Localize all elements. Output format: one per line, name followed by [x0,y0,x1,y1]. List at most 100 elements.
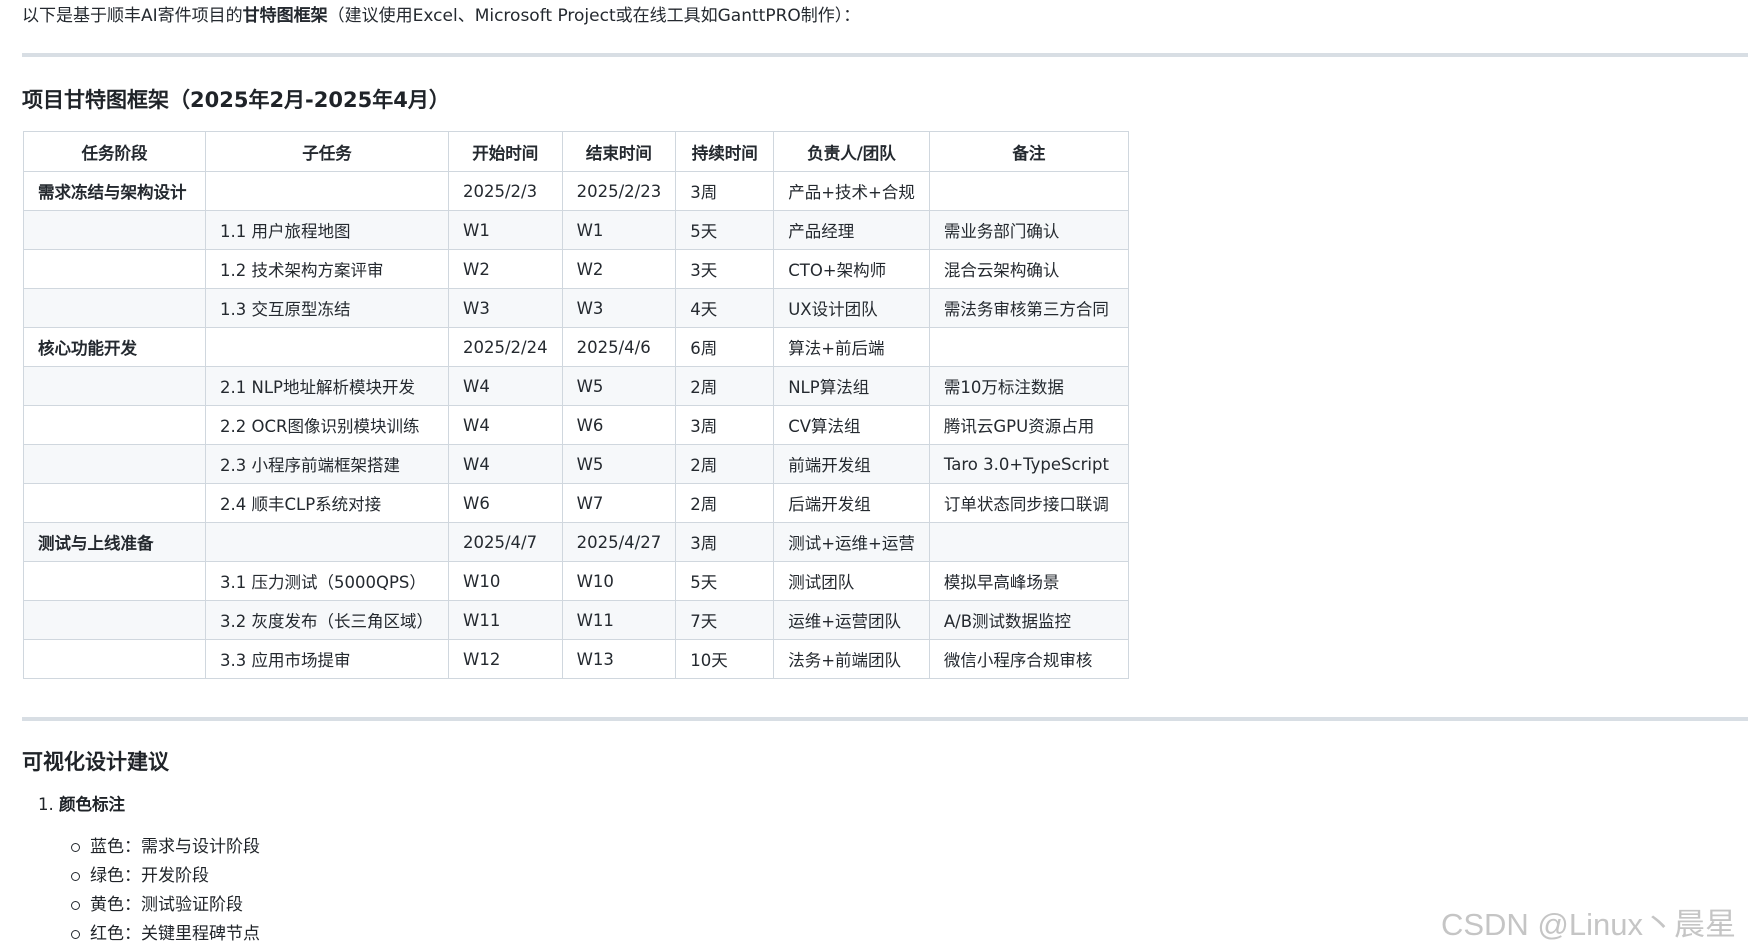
cell-owner: UX设计团队 [773,288,930,328]
cell-subtask [205,327,449,367]
cell-stage [23,600,206,640]
color-list-item: 黄色：测试验证阶段 [70,891,260,920]
table-row: 2.1 NLP地址解析模块开发 W4 W5 2周 NLP算法组 需10万标注数据 [23,366,1129,406]
cell-owner: CV算法组 [773,405,930,445]
cell-end: W13 [561,639,677,679]
cell-end: W6 [561,405,677,445]
color-list-item: 绿色：开发阶段 [70,862,260,891]
header-end: 结束时间 [561,131,677,172]
cell-notes [928,171,1129,211]
cell-subtask: 2.3 小程序前端框架搭建 [205,444,449,484]
table-row: 2.3 小程序前端框架搭建 W4 W5 2周 前端开发组 Taro 3.0+TypeScr… [23,444,1129,484]
cell-duration: 5天 [675,210,775,250]
color-list-text: 黄色：测试验证阶段 [90,895,243,915]
cell-notes: 混合云架构确认 [928,249,1129,289]
table-row: 2.4 顺丰CLP系统对接 W6 W7 2周 后端开发组 订单状态同步接口联调 [23,483,1129,523]
cell-start: W4 [448,366,563,406]
cell-duration: 5天 [675,561,775,601]
cell-owner: 运维+运营团队 [773,600,930,640]
table-header-row: 任务阶段 子任务 开始时间 结束时间 持续时间 负责人/团队 备注 [23,131,1129,172]
table-row: 1.3 交互原型冻结 W3 W3 4天 UX设计团队 需法务审核第三方合同 [23,288,1129,328]
cell-owner: 产品经理 [773,210,930,250]
cell-start: W12 [448,639,563,679]
cell-owner: 法务+前端团队 [773,639,930,679]
cell-stage: 测试与上线准备 [23,522,206,562]
table-row: 1.2 技术架构方案评审 W2 W2 3天 CTO+架构师 混合云架构确认 [23,249,1129,289]
cell-notes [928,327,1129,367]
cell-duration: 3天 [675,249,775,289]
cell-end: 2025/4/6 [561,327,677,367]
color-legend-list: 蓝色：需求与设计阶段 绿色：开发阶段 黄色：测试验证阶段 红色：关键里程碑节点 [70,833,260,949]
cell-duration: 10天 [675,639,775,679]
cell-owner: 算法+前后端 [773,327,930,367]
intro-suffix: （建议使用Excel、Microsoft Project或在线工具如GanttP… [327,6,861,26]
cell-start: 2025/2/3 [448,171,563,211]
cell-stage [23,288,206,328]
color-list-item: 蓝色：需求与设计阶段 [70,833,260,862]
circle-bullet-icon [71,872,80,881]
table-body: 需求冻结与架构设计 2025/2/3 2025/2/23 3周 产品+技术+合规 1.1 … [23,171,1129,679]
cell-notes: A/B测试数据监控 [928,600,1129,640]
watermark: CSDN @Linux丶晨星 [1440,907,1736,942]
cell-end: W3 [561,288,677,328]
gantt-table: 任务阶段 子任务 开始时间 结束时间 持续时间 负责人/团队 备注 需求冻结与架… [23,131,1129,679]
cell-owner: 前端开发组 [773,444,930,484]
cell-subtask: 3.2 灰度发布（长三角区域） [205,600,449,640]
table-row: 核心功能开发 2025/2/24 2025/4/6 6周 算法+前后端 [23,327,1129,367]
cell-stage: 需求冻结与架构设计 [23,171,206,211]
cell-notes: 订单状态同步接口联调 [928,483,1129,523]
cell-duration: 7天 [675,600,775,640]
cell-stage [23,444,206,484]
divider-bottom [22,717,1748,721]
cell-duration: 2周 [675,366,775,406]
cell-start: W10 [448,561,563,601]
cell-stage [23,249,206,289]
ordered-item-label: 颜色标注 [59,795,125,814]
cell-subtask: 1.2 技术架构方案评审 [205,249,449,289]
header-subtask: 子任务 [205,131,449,172]
table-row: 2.2 OCR图像识别模块训练 W4 W6 3周 CV算法组 腾讯云GPU资源占用 [23,405,1129,445]
cell-subtask [205,171,449,211]
cell-start: W4 [448,444,563,484]
intro-prefix: 以下是基于顺丰AI寄件项目的 [22,6,243,26]
header-stage: 任务阶段 [23,131,206,172]
cell-start: 2025/4/7 [448,522,563,562]
ordered-item-number: 1. [38,795,54,814]
visual-section-title: 可视化设计建议 [22,750,169,774]
cell-subtask [205,522,449,562]
cell-end: 2025/2/23 [561,171,677,211]
cell-end: W5 [561,366,677,406]
color-list-text: 绿色：开发阶段 [90,866,209,886]
cell-duration: 6周 [675,327,775,367]
cell-start: 2025/2/24 [448,327,563,367]
cell-subtask: 3.3 应用市场提审 [205,639,449,679]
cell-subtask: 3.1 压力测试（5000QPS） [205,561,449,601]
cell-end: W11 [561,600,677,640]
cell-subtask: 2.2 OCR图像识别模块训练 [205,405,449,445]
header-notes: 备注 [928,131,1129,172]
cell-notes: 需10万标注数据 [928,366,1129,406]
cell-stage [23,561,206,601]
cell-stage [23,483,206,523]
cell-duration: 2周 [675,483,775,523]
intro-emphasis: 甘特图框架 [242,6,328,26]
color-list-text: 蓝色：需求与设计阶段 [90,837,260,857]
circle-bullet-icon [71,901,80,910]
ordered-list-item: 1. 颜色标注 [38,793,125,817]
cell-stage [23,210,206,250]
cell-stage [23,366,206,406]
cell-end: W7 [561,483,677,523]
cell-duration: 4天 [675,288,775,328]
cell-owner: 后端开发组 [773,483,930,523]
cell-notes: 腾讯云GPU资源占用 [928,405,1129,445]
cell-notes [928,522,1129,562]
table-row: 3.3 应用市场提审 W12 W13 10天 法务+前端团队 微信小程序合规审核 [23,639,1129,679]
cell-subtask: 1.3 交互原型冻结 [205,288,449,328]
header-duration: 持续时间 [675,131,775,172]
cell-end: W10 [561,561,677,601]
cell-notes: 需业务部门确认 [928,210,1129,250]
table-row: 测试与上线准备 2025/4/7 2025/4/27 3周 测试+运维+运营 [23,522,1129,562]
circle-bullet-icon [71,930,80,939]
cell-stage [23,405,206,445]
cell-subtask: 1.1 用户旅程地图 [205,210,449,250]
